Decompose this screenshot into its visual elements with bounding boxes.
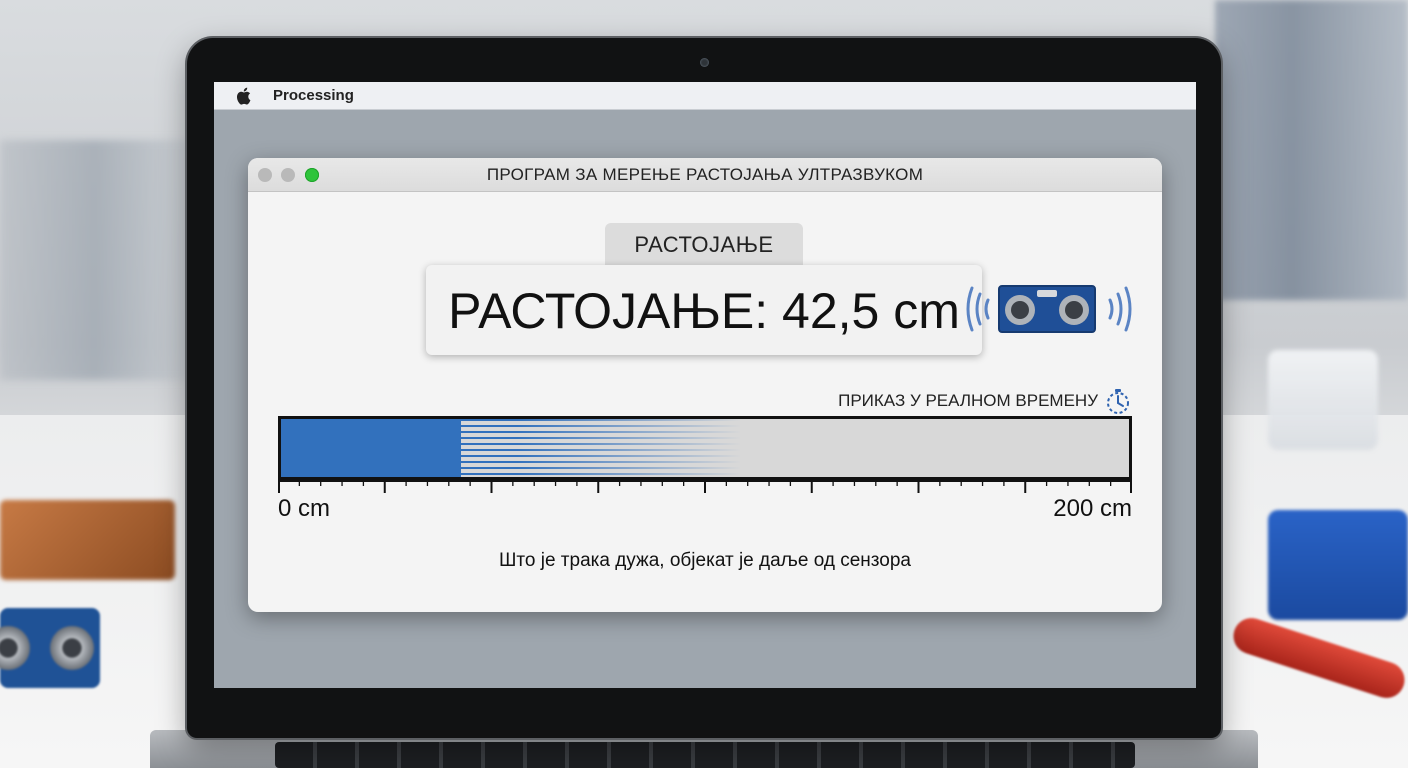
distance-tab-label: РАСТОЈАЊЕ xyxy=(605,223,803,265)
background-arduino-board xyxy=(0,500,175,580)
distance-bar-fill xyxy=(281,419,461,477)
distance-bar-trail xyxy=(461,419,741,477)
scale-max-label: 200 cm xyxy=(1053,495,1132,522)
apple-icon[interactable] xyxy=(236,87,252,105)
laptop-screen: Processing ПРОГРАМ ЗА МЕРЕЊЕ РАСТОЈАЊА У… xyxy=(214,82,1196,688)
distance-bar xyxy=(278,416,1132,480)
menu-bar: Processing xyxy=(214,82,1196,110)
ultrasonic-sensor-icon xyxy=(962,276,1136,342)
stopwatch-icon xyxy=(1104,387,1132,415)
window-titlebar[interactable]: ПРОГРАМ ЗА МЕРЕЊЕ РАСТОЈАЊА УЛТРАЗВУКОМ xyxy=(248,158,1162,192)
distance-readout: РАСТОЈАЊЕ: 42,5 cm xyxy=(426,265,982,355)
background-jar xyxy=(1268,350,1378,450)
app-window: ПРОГРАМ ЗА МЕРЕЊЕ РАСТОЈАЊА УЛТРАЗВУКОМ … xyxy=(248,158,1162,612)
background-shelf-left xyxy=(0,140,190,380)
laptop-keyboard xyxy=(275,742,1135,768)
background-ultrasonic-sensor xyxy=(0,608,100,688)
realtime-label: ПРИКАЗ У РЕАЛНОМ ВРЕМЕНУ xyxy=(838,391,1098,410)
background-component-box xyxy=(1268,510,1408,620)
realtime-indicator: ПРИКАЗ У РЕАЛНОМ ВРЕМЕНУ xyxy=(838,386,1132,416)
hint-text: Што је трака дужа, објекат је даље од се… xyxy=(498,550,912,571)
scale-min-label: 0 cm xyxy=(278,495,331,522)
window-title: ПРОГРАМ ЗА МЕРЕЊЕ РАСТОЈАЊА УЛТРАЗВУКОМ xyxy=(486,165,924,184)
menu-app-name[interactable]: Processing xyxy=(273,87,354,104)
distance-scale-ticks xyxy=(278,480,1132,493)
webcam xyxy=(700,58,709,67)
background-shelf-right xyxy=(1215,0,1408,300)
